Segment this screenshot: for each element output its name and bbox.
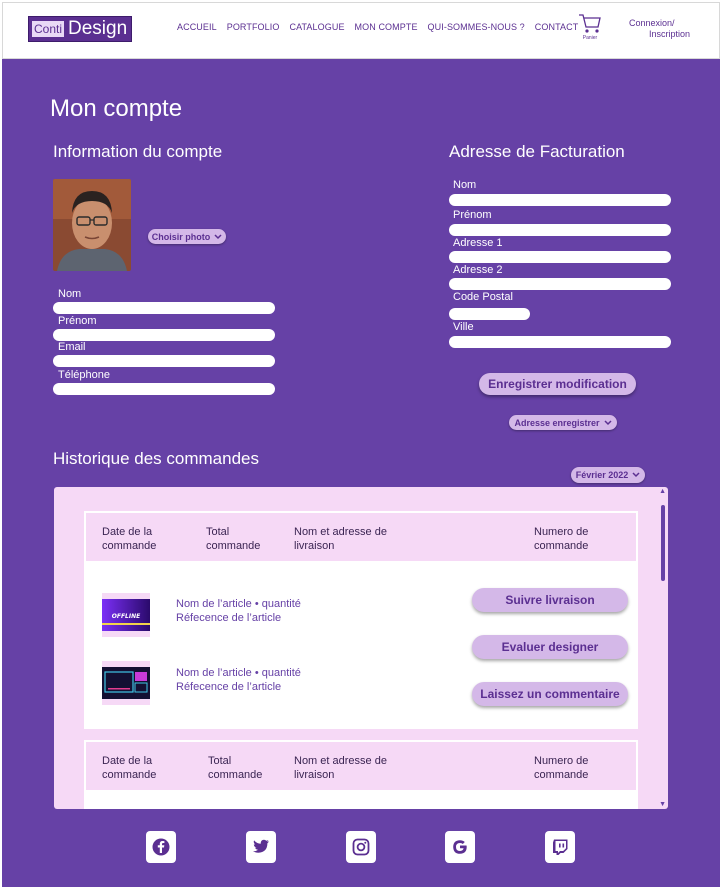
nav-contact[interactable]: CONTACT [535, 22, 579, 32]
billing-prenom-label: Prénom [453, 209, 492, 221]
billing-section-title: Adresse de Facturation [449, 142, 625, 161]
scroll-down-icon[interactable]: ▼ [659, 801, 666, 808]
billing-code-postal-label: Code Postal [453, 291, 513, 303]
google-button[interactable] [445, 831, 475, 863]
instagram-icon [352, 838, 370, 856]
main-content: Mon compte Information du compte Choisir… [2, 59, 720, 887]
cart-icon [579, 14, 601, 33]
chevron-down-icon [214, 233, 222, 239]
billing-adresse2-field[interactable] [449, 278, 671, 290]
facebook-button[interactable] [146, 831, 176, 863]
twitter-button[interactable] [246, 831, 276, 863]
nav-catalogue[interactable]: CATALOGUE [289, 22, 344, 32]
track-delivery-button[interactable]: Suivre livraison [472, 588, 628, 612]
page-title: Mon compte [50, 95, 183, 122]
billing-adresse2-label: Adresse 2 [453, 264, 503, 276]
login-link[interactable]: Connexion/ Inscription [629, 18, 690, 40]
article-reference: Réfecence de l’article [176, 612, 282, 624]
scroll-up-icon[interactable]: ▲ [659, 488, 666, 495]
col-total-header: Total commande [206, 526, 261, 552]
main-nav: ACCUEIL PORTFOLIO CATALOGUE MON COMPTE Q… [177, 22, 588, 32]
month-filter-dropdown[interactable]: Février 2022 [571, 467, 645, 483]
nav-qui-sommes-nous[interactable]: QUI-SOMMES-NOUS ? [428, 22, 525, 32]
facebook-icon [152, 838, 170, 856]
col-number-header: Numero de commande [534, 526, 589, 552]
save-changes-button[interactable]: Enregistrer modification [479, 373, 636, 395]
article-name: Nom de l’article • quantité [176, 598, 301, 610]
google-icon [453, 840, 467, 854]
cart-button[interactable]: Panier [575, 13, 605, 41]
twitter-icon [253, 839, 269, 853]
col-number-header: Numero de commande [534, 755, 589, 781]
saved-address-dropdown[interactable]: Adresse enregistrer [509, 415, 617, 430]
nav-mon-compte[interactable]: MON COMPTE [355, 22, 418, 32]
billing-prenom-field[interactable] [449, 224, 671, 236]
chevron-down-icon [603, 419, 612, 425]
order-header-row: Date de la commande Total commande Nom et … [84, 740, 638, 792]
billing-ville-field[interactable] [449, 336, 671, 348]
logo-design-text: Design [68, 18, 128, 39]
col-address-header: Nom et adresse de livraison [294, 526, 387, 552]
nav-accueil[interactable]: ACCUEIL [177, 22, 217, 32]
col-address-header: Nom et adresse de livraison [294, 755, 387, 781]
account-prenom-label: Prénom [58, 315, 97, 327]
saved-address-label: Adresse enregistrer [514, 417, 600, 428]
billing-ville-label: Ville [453, 321, 474, 333]
instagram-button[interactable] [346, 831, 376, 863]
billing-adresse1-label: Adresse 1 [453, 237, 503, 249]
article-info: Nom de l’article • quantité Réfecence de… [176, 666, 301, 694]
top-header: Conti Design ACCUEIL PORTFOLIO CATALOGUE… [2, 2, 720, 59]
login-line-1: Connexion/ [629, 18, 675, 28]
account-email-field[interactable] [53, 355, 275, 367]
scroll-thumb[interactable] [661, 505, 665, 581]
col-date-header: Date de la commande [102, 526, 157, 552]
logo-conti-text: Conti [31, 20, 66, 38]
billing-nom-label: Nom [453, 179, 477, 191]
account-nom-label: Nom [58, 288, 82, 300]
orders-section-title: Historique des commandes [53, 449, 259, 468]
nav-portfolio[interactable]: PORTFOLIO [227, 22, 280, 32]
cart-label: Panier [582, 35, 598, 41]
twitch-icon [553, 839, 568, 855]
article-name: Nom de l’article • quantité [176, 667, 301, 679]
account-prenom-field[interactable] [53, 329, 275, 341]
profile-photo [53, 179, 131, 271]
order-history-panel[interactable]: Date de la commande Total commande Nom et … [54, 487, 668, 809]
article-thumbnail [102, 661, 150, 705]
account-section-title: Information du compte [53, 142, 223, 161]
login-line-2: Inscription [649, 29, 691, 39]
article-thumbnail: OFFLINE [102, 593, 150, 637]
account-telephone-field[interactable] [53, 383, 275, 395]
order-card: Date de la commande Total commande Nom et … [84, 740, 638, 809]
choose-photo-button[interactable]: Choisir photo [148, 229, 226, 244]
panel-scrollbar[interactable]: ▲ ▼ [658, 487, 668, 809]
choose-photo-label: Choisir photo [151, 231, 211, 242]
article-info: Nom de l’article • quantité Réfecence de… [176, 597, 301, 625]
site-logo[interactable]: Conti Design [28, 16, 133, 42]
order-card: Date de la commande Total commande Nom et … [84, 511, 638, 729]
col-date-header: Date de la commande [102, 755, 157, 781]
account-telephone-label: Téléphone [58, 369, 110, 381]
billing-code-postal-field[interactable] [449, 308, 530, 320]
thumb-offline-text: OFFLINE [112, 613, 141, 620]
leave-comment-button[interactable]: Laissez un commentaire [472, 682, 628, 706]
account-nom-field[interactable] [53, 302, 275, 314]
order-header-row: Date de la commande Total commande Nom et … [84, 511, 638, 563]
month-filter-label: Février 2022 [575, 470, 629, 480]
account-email-label: Email [58, 341, 86, 353]
article-reference: Réfecence de l’article [176, 681, 282, 693]
twitch-button[interactable] [545, 831, 575, 863]
col-total-header: Total commande [208, 755, 263, 781]
billing-nom-field[interactable] [449, 194, 671, 206]
billing-adresse1-field[interactable] [449, 251, 671, 263]
chevron-down-icon [632, 472, 640, 478]
rate-designer-button[interactable]: Evaluer designer [472, 635, 628, 659]
